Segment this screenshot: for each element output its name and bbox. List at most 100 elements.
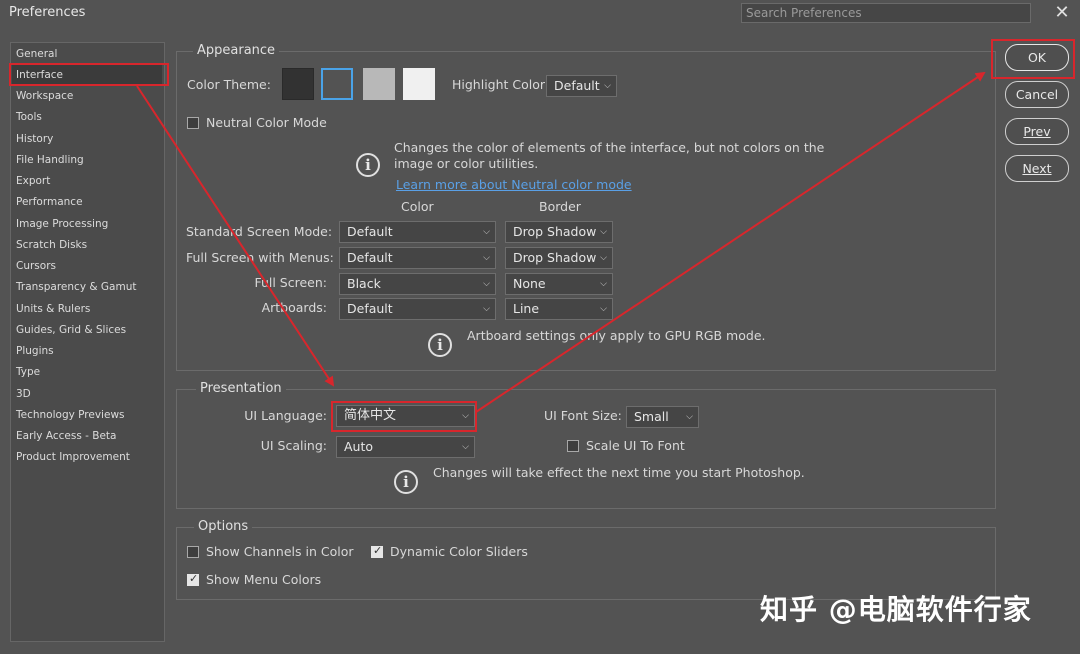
highlight-color-select[interactable]: Default ⌵ (546, 75, 617, 97)
theme-swatch-medium-dark[interactable] (321, 68, 353, 100)
appearance-title: Appearance (193, 43, 280, 58)
sidebar: General Interface Workspace Tools Histor… (10, 42, 165, 642)
sidebar-item-workspace[interactable]: Workspace (16, 90, 73, 102)
full-screen-color-value: Black (347, 276, 381, 291)
chevron-down-icon: ⌵ (483, 227, 490, 237)
sidebar-item-history[interactable]: History (16, 133, 53, 145)
annotation-box-interface (9, 63, 169, 86)
standard-screen-mode-label: Standard Screen Mode: (186, 224, 333, 239)
full-screen-menus-border-value: Drop Shadow (513, 250, 597, 265)
full-screen-color-select[interactable]: Black ⌵ (339, 273, 496, 295)
ui-scaling-label: UI Scaling: (260, 438, 327, 453)
highlight-color-label: Highlight Color: (452, 77, 550, 92)
window-title: Preferences (9, 5, 86, 20)
prev-button[interactable]: Prev (1005, 118, 1069, 145)
chevron-down-icon: ⌵ (483, 279, 490, 289)
neutral-color-mode-checkbox[interactable] (187, 117, 199, 129)
sidebar-item-transparency-gamut[interactable]: Transparency & Gamut (16, 281, 136, 293)
scale-ui-to-font-label: Scale UI To Font (586, 438, 685, 453)
scale-ui-to-font-checkbox[interactable] (567, 440, 579, 452)
full-screen-border-select[interactable]: None ⌵ (505, 273, 613, 295)
color-theme-label: Color Theme: (187, 77, 271, 92)
theme-swatch-lightest[interactable] (403, 68, 435, 100)
artboard-info-text: Artboard settings only apply to GPU RGB … (467, 328, 766, 343)
ui-font-size-label: UI Font Size: (544, 408, 622, 423)
standard-screen-border-value: Drop Shadow (513, 224, 597, 239)
artboards-color-value: Default (347, 301, 393, 316)
sidebar-item-performance[interactable]: Performance (16, 196, 83, 208)
full-screen-border-value: None (513, 276, 546, 291)
annotation-box-ui-language (331, 401, 477, 432)
column-header-color: Color (401, 199, 434, 214)
chevron-down-icon: ⌵ (600, 253, 607, 263)
info-icon: i (356, 153, 380, 177)
chevron-down-icon: ⌵ (600, 227, 607, 237)
watermark: 知乎 @电脑软件行家 (760, 593, 1032, 626)
theme-swatch-medium-light[interactable] (363, 68, 395, 100)
close-icon[interactable]: ✕ (1052, 3, 1072, 23)
ui-font-size-value: Small (634, 409, 669, 424)
show-channels-in-color-label: Show Channels in Color (206, 544, 354, 559)
full-screen-menus-color-value: Default (347, 250, 393, 265)
sidebar-item-plugins[interactable]: Plugins (16, 345, 54, 357)
neutral-color-mode-label: Neutral Color Mode (206, 115, 327, 130)
chevron-down-icon: ⌵ (483, 304, 490, 314)
ui-font-size-select[interactable]: Small ⌵ (626, 406, 699, 428)
sidebar-item-3d[interactable]: 3D (16, 388, 31, 400)
sidebar-item-early-access-beta[interactable]: Early Access - Beta (16, 430, 116, 442)
chevron-down-icon: ⌵ (604, 81, 611, 91)
artboards-border-value: Line (513, 301, 540, 316)
ui-scaling-value: Auto (344, 439, 374, 454)
next-button[interactable]: Next (1005, 155, 1069, 182)
sidebar-item-image-processing[interactable]: Image Processing (16, 218, 108, 230)
title-bar: Preferences Search Preferences ✕ (0, 0, 1080, 28)
sidebar-item-product-improvement[interactable]: Product Improvement (16, 451, 130, 463)
sidebar-item-file-handling[interactable]: File Handling (16, 154, 84, 166)
highlight-color-value: Default (554, 78, 600, 93)
sidebar-item-scratch-disks[interactable]: Scratch Disks (16, 239, 87, 251)
sidebar-item-type[interactable]: Type (16, 366, 40, 378)
presentation-title: Presentation (196, 381, 286, 396)
sidebar-item-export[interactable]: Export (16, 175, 50, 187)
full-screen-menus-color-select[interactable]: Default ⌵ (339, 247, 496, 269)
show-menu-colors-label: Show Menu Colors (206, 572, 322, 587)
sidebar-item-tools[interactable]: Tools (16, 111, 42, 123)
dynamic-color-sliders-label: Dynamic Color Sliders (390, 544, 528, 559)
sidebar-item-guides-grid-slices[interactable]: Guides, Grid & Slices (16, 324, 126, 336)
cancel-button[interactable]: Cancel (1005, 81, 1069, 108)
info-icon: i (394, 470, 418, 494)
info-icon: i (428, 333, 452, 357)
ui-language-label: UI Language: (244, 408, 327, 423)
search-preferences-input[interactable]: Search Preferences (741, 3, 1031, 23)
chevron-down-icon: ⌵ (483, 253, 490, 263)
standard-screen-color-select[interactable]: Default ⌵ (339, 221, 496, 243)
options-title: Options (194, 519, 253, 534)
full-screen-label: Full Screen: (254, 275, 327, 290)
sidebar-item-technology-previews[interactable]: Technology Previews (16, 409, 125, 421)
sidebar-item-general[interactable]: General (16, 48, 57, 60)
annotation-box-ok (991, 39, 1075, 79)
standard-screen-color-value: Default (347, 224, 393, 239)
neutral-learn-more-link[interactable]: Learn more about Neutral color mode (396, 177, 632, 192)
artboards-label: Artboards: (261, 300, 327, 315)
chevron-down-icon: ⌵ (600, 304, 607, 314)
presentation-info-text: Changes will take effect the next time y… (433, 465, 805, 480)
neutral-info-line-2: image or color utilities. (394, 156, 539, 171)
chevron-down-icon: ⌵ (600, 279, 607, 289)
chevron-down-icon: ⌵ (462, 442, 469, 452)
ui-scaling-select[interactable]: Auto ⌵ (336, 436, 475, 458)
neutral-info-line-1: Changes the color of elements of the int… (394, 140, 825, 155)
artboards-border-select[interactable]: Line ⌵ (505, 298, 613, 320)
dynamic-color-sliders-checkbox[interactable] (371, 544, 383, 558)
full-screen-menus-label: Full Screen with Menus: (186, 250, 334, 265)
full-screen-menus-border-select[interactable]: Drop Shadow ⌵ (505, 247, 613, 269)
column-header-border: Border (539, 199, 581, 214)
chevron-down-icon: ⌵ (686, 412, 693, 422)
standard-screen-border-select[interactable]: Drop Shadow ⌵ (505, 221, 613, 243)
artboards-color-select[interactable]: Default ⌵ (339, 298, 496, 320)
sidebar-item-cursors[interactable]: Cursors (16, 260, 56, 272)
theme-swatch-darkest[interactable] (282, 68, 314, 100)
sidebar-item-units-rulers[interactable]: Units & Rulers (16, 303, 90, 315)
show-channels-in-color-checkbox[interactable] (187, 546, 199, 558)
show-menu-colors-checkbox[interactable] (187, 572, 199, 586)
